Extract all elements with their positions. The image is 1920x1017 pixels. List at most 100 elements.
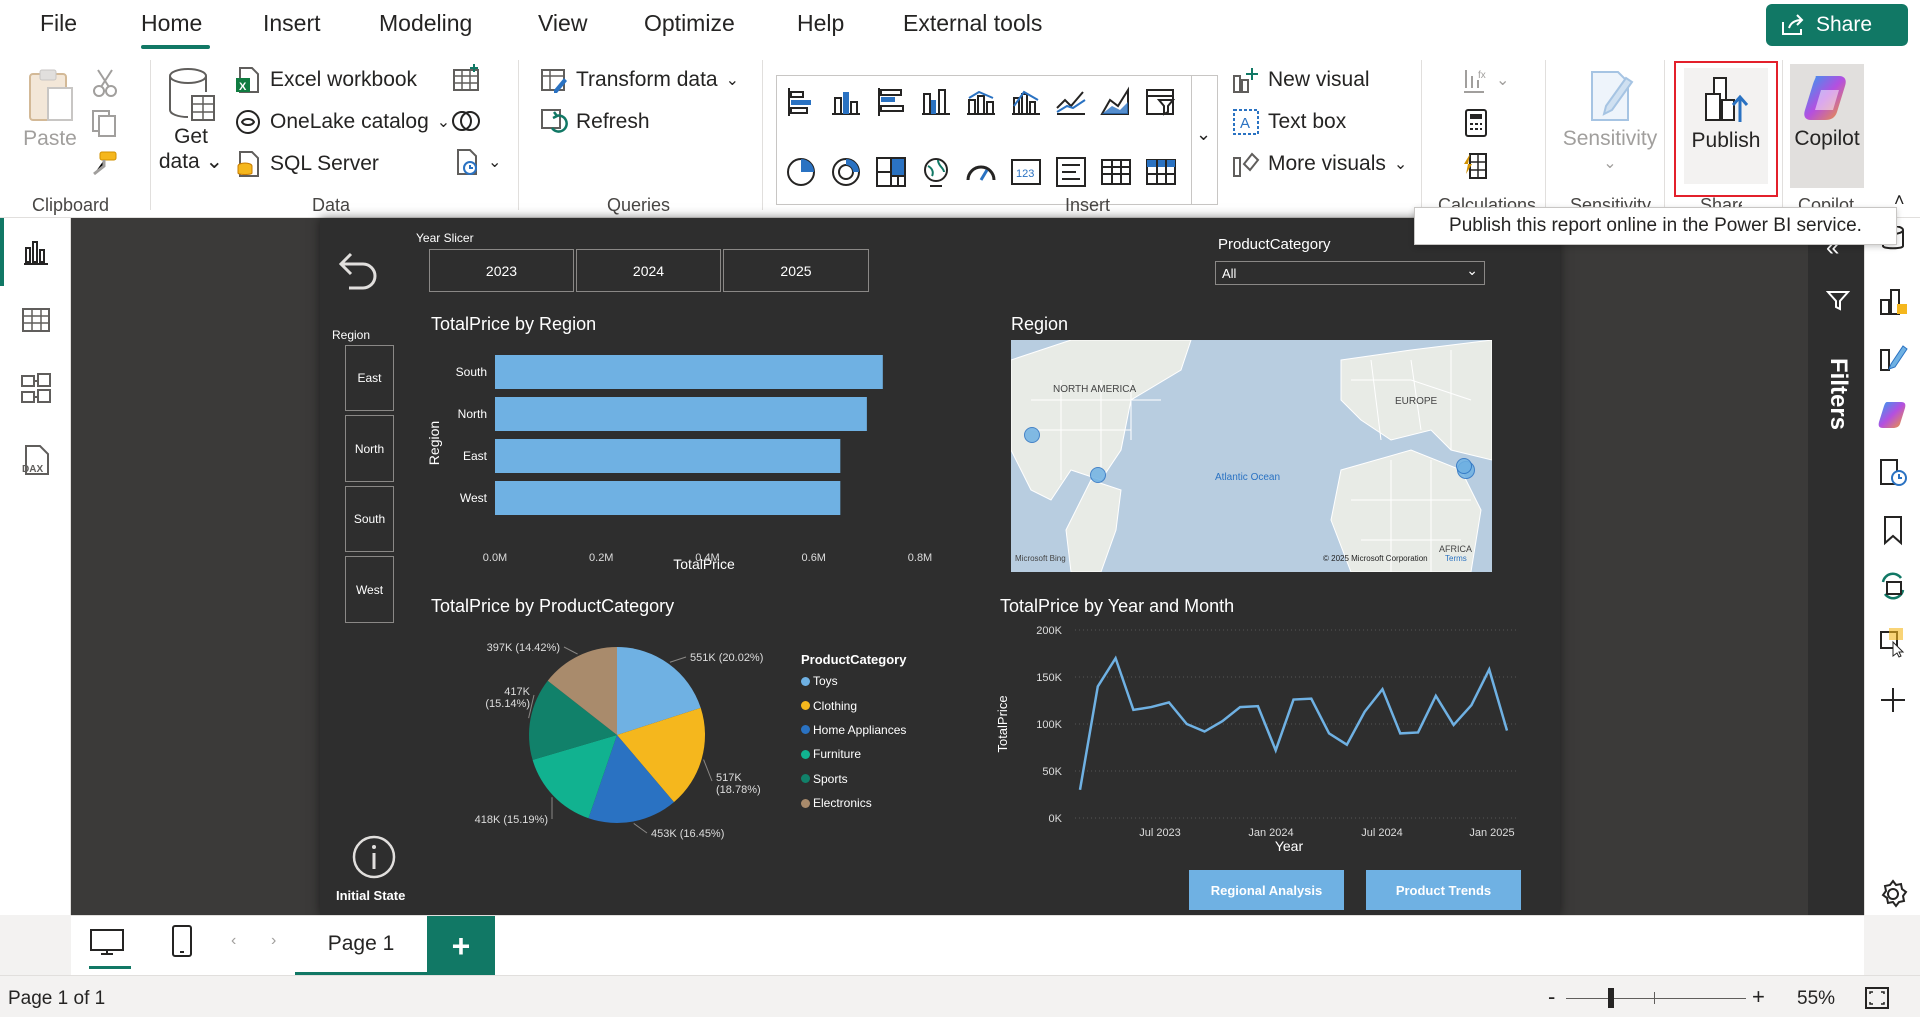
transform-data-button[interactable]: Transform data ⌄ [540,66,739,94]
pie-chart-icon[interactable] [785,156,817,188]
selection-pane-icon[interactable] [1877,626,1909,658]
bar-y-axis-label: Region [426,421,442,465]
add-page-button[interactable]: + [427,916,495,976]
sync-slicers-icon[interactable] [1877,570,1909,602]
build-visual-icon[interactable] [1877,286,1909,318]
menu-file[interactable]: File [40,10,77,37]
menu-external-tools[interactable]: External tools [903,10,1042,37]
regional-analysis-button[interactable]: Regional Analysis [1189,870,1344,910]
filters-pane-collapsed[interactable]: « Filters [1808,218,1864,915]
add-pane-icon[interactable] [1877,684,1909,716]
format-painter-icon[interactable] [90,150,118,178]
donut-chart-icon[interactable] [830,156,862,188]
page-tab-1[interactable]: Page 1 [295,916,427,976]
scroll-right-icon[interactable]: › [271,932,276,950]
zoom-out-button[interactable]: - [1548,984,1555,1010]
year-slicer-2023[interactable]: 2023 [429,249,574,292]
pie-legend-item[interactable]: Electronics [801,791,906,815]
settings-gear-icon[interactable] [1877,878,1909,910]
region-slicer-east[interactable]: East [345,345,394,411]
table-view-icon[interactable] [20,304,52,336]
excel-workbook-button[interactable]: X Excel workbook [234,66,417,94]
year-slicer-2024[interactable]: 2024 [576,249,721,292]
clustered-bar-chart-icon[interactable] [875,86,907,118]
region-slicer-north[interactable]: North [345,415,394,482]
cut-icon[interactable] [92,68,118,98]
gauge-icon[interactable] [965,156,997,188]
fit-to-page-icon[interactable] [1864,986,1890,1010]
desktop-layout-icon[interactable] [89,926,125,958]
menu-optimize[interactable]: Optimize [644,10,735,37]
line-stacked-column-icon[interactable] [965,86,997,118]
map-terms-link[interactable]: Terms [1445,554,1467,563]
zoom-slider-track[interactable] [1566,998,1746,999]
multi-row-card-icon[interactable] [1055,156,1087,188]
dax-query-view-icon[interactable]: DAX [20,444,52,476]
product-trends-button[interactable]: Product Trends [1366,870,1521,910]
map-bubble-north[interactable] [1456,458,1472,474]
pie-legend-item[interactable]: Clothing [801,693,906,717]
menu-home[interactable]: Home [141,10,202,37]
format-visual-icon[interactable] [1877,342,1909,374]
card-icon[interactable]: 123 [1010,156,1042,188]
pie-legend-item[interactable]: Toys [801,669,906,693]
clustered-column-chart-icon[interactable] [920,86,952,118]
onelake-catalog-button[interactable]: OneLake catalog ⌄ [234,108,450,136]
mobile-layout-icon[interactable] [171,924,193,958]
share-button[interactable]: Share [1766,4,1908,46]
dataverse-icon[interactable] [450,106,482,136]
performance-analyzer-icon[interactable] [1877,456,1909,488]
bookmark-icon[interactable] [1877,514,1909,546]
pie-legend-item[interactable]: Furniture [801,742,906,766]
new-measure-button[interactable]: fx ⌄ [1460,66,1509,94]
map-globe-icon[interactable] [920,156,952,188]
menu-view[interactable]: View [538,10,587,37]
line-y-tick-label: 100K [1036,719,1062,731]
matrix-visual-icon[interactable] [1145,156,1177,188]
paste-button[interactable]: Paste [20,66,80,151]
more-visuals-button[interactable]: More visuals ⌄ [1232,150,1407,178]
zoom-slider-thumb[interactable] [1608,988,1614,1008]
new-visual-button[interactable]: New visual [1232,66,1370,94]
treemap-icon[interactable] [875,156,907,188]
copilot-pane-icon[interactable] [1877,398,1909,430]
menu-help[interactable]: Help [797,10,844,37]
publish-button[interactable]: Publish [1684,68,1768,184]
copilot-button[interactable]: Copilot [1790,64,1864,188]
year-slicer-2025[interactable]: 2025 [723,249,869,292]
region-slicer-south[interactable]: South [345,486,394,552]
copy-icon[interactable] [90,108,118,138]
text-box-button[interactable]: A Text box [1232,108,1346,136]
funnel-table-icon[interactable] [1145,86,1177,118]
table-visual-icon[interactable] [1100,156,1132,188]
line-chart-icon[interactable] [1055,86,1087,118]
info-icon[interactable] [351,834,397,880]
area-chart-icon[interactable] [1100,86,1132,118]
stacked-bar-chart-icon[interactable] [785,86,817,118]
pie-legend-item[interactable]: Sports [801,767,906,791]
model-view-icon[interactable] [20,372,52,404]
map-bubble-south[interactable] [1090,467,1106,483]
scroll-left-icon[interactable]: ‹ [231,932,236,950]
get-data-button[interactable]: Get data ⌄ [157,66,225,174]
new-column-icon[interactable] [1462,150,1490,180]
menu-insert[interactable]: Insert [263,10,321,37]
stacked-column-chart-icon[interactable] [830,86,862,118]
zoom-in-button[interactable]: + [1752,984,1765,1010]
calculator-icon[interactable] [1462,108,1490,138]
refresh-button[interactable]: Refresh [540,108,650,136]
back-arrow-icon[interactable] [337,248,381,292]
enter-data-icon[interactable] [450,64,482,94]
line-clustered-column-icon[interactable] [1010,86,1042,118]
pie-legend-item[interactable]: Home Appliances [801,718,906,742]
product-category-dropdown[interactable]: All ⌄ [1215,261,1485,285]
region-slicer-west[interactable]: West [345,556,394,623]
map-bubble-west[interactable] [1024,427,1040,443]
recent-sources-button[interactable]: ⌄ [452,148,501,176]
sql-server-button[interactable]: SQL Server [234,150,379,178]
region-map[interactable]: NORTH AMERICA EUROPE Atlantic Ocean AFRI… [1011,340,1492,572]
gallery-expand-icon[interactable]: ⌄ [1196,124,1211,145]
sensitivity-button[interactable]: Sensitivity ⌄ [1557,66,1663,176]
menu-modeling[interactable]: Modeling [379,10,472,37]
report-view-icon[interactable] [20,236,52,268]
